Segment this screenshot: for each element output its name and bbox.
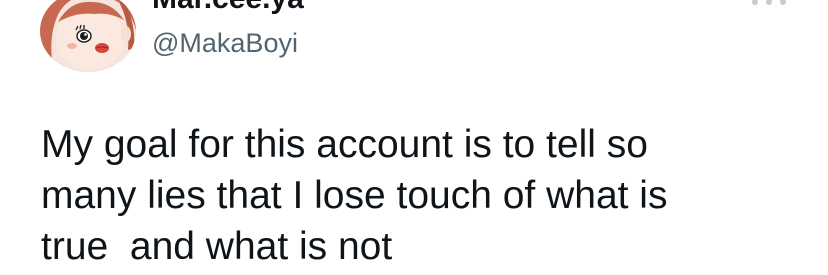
author-display-name[interactable]: Mar.cee.ya <box>152 0 304 16</box>
tweet-card: Mar.cee.ya @MakaBoyi My goal for this ac… <box>0 0 828 275</box>
tweet-text-line: true and what is not <box>41 225 393 268</box>
more-dot <box>752 0 758 5</box>
more-dot <box>780 0 786 5</box>
more-dot <box>766 0 772 5</box>
more-options-icon[interactable] <box>752 0 786 12</box>
tweet-text-line: many lies that I lose touch of what is <box>41 174 668 217</box>
author-handle[interactable]: @MakaBoyi <box>152 27 298 59</box>
tweet-text: My goal for this account is to tell so ma… <box>41 119 811 272</box>
tweet-text-line: My goal for this account is to tell so <box>41 123 648 166</box>
cartoon-girl-avatar-icon <box>40 0 136 72</box>
avatar[interactable] <box>40 0 136 72</box>
